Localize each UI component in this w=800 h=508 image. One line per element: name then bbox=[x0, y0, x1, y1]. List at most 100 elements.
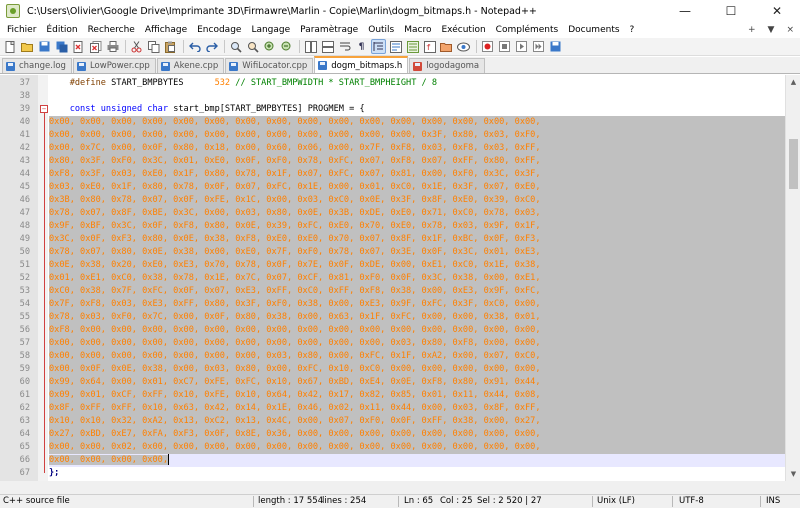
play-macro-icon[interactable] bbox=[514, 39, 529, 54]
zoom-out-icon[interactable] bbox=[279, 39, 294, 54]
undo-icon[interactable] bbox=[187, 39, 202, 54]
code-line[interactable]: 62 0x8F, 0xFF, 0xFF, 0x10, 0x63, 0x42, 0x… bbox=[0, 402, 785, 415]
menu-execution[interactable]: Exécution bbox=[437, 25, 491, 35]
code-line[interactable]: 52 0x01, 0xE1, 0xC0, 0x38, 0x78, 0x1E, 0x… bbox=[0, 272, 785, 285]
code-line[interactable]: 50 0x78, 0x07, 0x80, 0x0E, 0x38, 0x00, 0x… bbox=[0, 246, 785, 259]
code-line[interactable]: 56 0xF8, 0x00, 0x00, 0x00, 0x00, 0x00, 0x… bbox=[0, 324, 785, 337]
close-file-icon[interactable] bbox=[71, 39, 86, 54]
code-text: 0x09, 0x01, 0xCF, 0xFF, 0x10, 0xFE, 0x10… bbox=[49, 389, 785, 402]
record-macro-icon[interactable] bbox=[480, 39, 495, 54]
sync-vertical-icon[interactable] bbox=[303, 39, 318, 54]
menu-langage[interactable]: Langage bbox=[246, 25, 295, 35]
code-text: 0x3B, 0x80, 0x78, 0x07, 0x0F, 0xFE, 0x1C… bbox=[49, 194, 785, 207]
code-line[interactable]: 38 bbox=[0, 90, 785, 103]
menu-parametrage[interactable]: Paramètrage bbox=[295, 25, 363, 35]
code-line[interactable]: 55 0x78, 0x03, 0xF0, 0x7C, 0x00, 0x0F, 0x… bbox=[0, 311, 785, 324]
code-line[interactable]: 46 0x3B, 0x80, 0x78, 0x07, 0x0F, 0xFE, 0x… bbox=[0, 194, 785, 207]
tab-logodagoma[interactable]: logodagoma bbox=[409, 58, 486, 73]
scroll-up-icon[interactable]: ▲ bbox=[786, 75, 800, 89]
code-line[interactable]: 58 0x00, 0x00, 0x00, 0x00, 0x00, 0x00, 0x… bbox=[0, 350, 785, 363]
sync-horizontal-icon[interactable] bbox=[320, 39, 335, 54]
line-number: 39 bbox=[19, 104, 30, 114]
save-all-icon[interactable] bbox=[54, 39, 69, 54]
code-line[interactable]: 63 0x10, 0x10, 0x32, 0xA2, 0x13, 0xC2, 0x… bbox=[0, 415, 785, 428]
tab-wifilocator-cpp[interactable]: WifiLocator.cpp bbox=[225, 58, 314, 73]
menu-documents[interactable]: Documents bbox=[563, 25, 624, 35]
code-line[interactable]: 65 0x00, 0x00, 0x02, 0x00, 0x00, 0x00, 0x… bbox=[0, 441, 785, 454]
scroll-thumb[interactable] bbox=[789, 139, 798, 189]
code-line[interactable]: 43 0x80, 0x3F, 0xF0, 0x3C, 0x01, 0xE0, 0x… bbox=[0, 155, 785, 168]
menu-complements[interactable]: Compléments bbox=[491, 25, 564, 35]
paste-icon[interactable] bbox=[163, 39, 178, 54]
code-line[interactable]: 39 const unsigned char start_bmp[START_B… bbox=[0, 103, 785, 116]
code-line[interactable]: 60 0x99, 0x64, 0x00, 0x01, 0xC7, 0xFE, 0x… bbox=[0, 376, 785, 389]
print-icon[interactable] bbox=[105, 39, 120, 54]
code-line[interactable]: 47 0x78, 0x07, 0x8F, 0xBE, 0x3C, 0x00, 0x… bbox=[0, 207, 785, 220]
tab-lowpower-cpp[interactable]: LowPower.cpp bbox=[72, 58, 156, 73]
tab-dogm-bitmaps-h[interactable]: dogm_bitmaps.h bbox=[314, 56, 409, 73]
minimize-button[interactable]: — bbox=[662, 0, 708, 22]
status-eol[interactable]: Unix (LF) bbox=[597, 496, 635, 506]
code-line[interactable]: 54 0x7F, 0xF8, 0x03, 0xE3, 0xFF, 0x80, 0x… bbox=[0, 298, 785, 311]
status-encoding[interactable]: UTF-8 bbox=[679, 496, 704, 506]
tab-akene-cpp[interactable]: Akene.cpp bbox=[156, 58, 225, 73]
code-line[interactable]: 45 0x03, 0xE0, 0x1F, 0x80, 0x78, 0x0F, 0x… bbox=[0, 181, 785, 194]
copy-icon[interactable] bbox=[146, 39, 161, 54]
doc-map-icon[interactable] bbox=[405, 39, 420, 54]
vertical-scrollbar[interactable]: ▲ ▼ bbox=[785, 75, 800, 481]
new-tab-icon[interactable]: + bbox=[748, 25, 756, 35]
indent-guide-icon[interactable] bbox=[371, 39, 386, 54]
tab-change-log[interactable]: change.log bbox=[2, 58, 72, 73]
menu-outils[interactable]: Outils bbox=[363, 25, 399, 35]
menu-macro[interactable]: Macro bbox=[399, 25, 436, 35]
code-line[interactable]: 53 0xC0, 0x38, 0x7F, 0xFC, 0x0F, 0x07, 0x… bbox=[0, 285, 785, 298]
menu-affichage[interactable]: Affichage bbox=[140, 25, 192, 35]
find-icon[interactable] bbox=[228, 39, 243, 54]
tab-list-icon[interactable]: ▼ bbox=[768, 25, 775, 35]
code-line[interactable]: 64 0x27, 0xBD, 0xE7, 0xFA, 0xF3, 0x0F, 0x… bbox=[0, 428, 785, 441]
code-line[interactable]: 67}; bbox=[0, 467, 785, 480]
stop-macro-icon[interactable] bbox=[497, 39, 512, 54]
scroll-down-icon[interactable]: ▼ bbox=[786, 467, 800, 481]
menu-encodage[interactable]: Encodage bbox=[192, 25, 246, 35]
close-all-icon[interactable] bbox=[88, 39, 103, 54]
zoom-in-icon[interactable] bbox=[262, 39, 277, 54]
code-line[interactable]: 41 0x00, 0x00, 0x00, 0x00, 0x00, 0x00, 0x… bbox=[0, 129, 785, 142]
save-icon[interactable] bbox=[37, 39, 52, 54]
menu-help[interactable]: ? bbox=[625, 25, 640, 35]
play-multiple-icon[interactable] bbox=[531, 39, 546, 54]
word-wrap-icon[interactable] bbox=[337, 39, 352, 54]
new-file-icon[interactable] bbox=[3, 39, 18, 54]
user-lang-icon[interactable] bbox=[388, 39, 403, 54]
status-insert-mode[interactable]: INS bbox=[766, 496, 780, 506]
code-editor[interactable]: 37 #define START_BMPBYTES 532 // START_B… bbox=[0, 75, 785, 481]
maximize-button[interactable]: ☐ bbox=[708, 0, 754, 22]
code-line[interactable]: 51 0x0E, 0x38, 0x20, 0xE0, 0xE3, 0x70, 0x… bbox=[0, 259, 785, 272]
close-button[interactable]: ✕ bbox=[754, 0, 800, 22]
code-line[interactable]: 48 0x9F, 0xBF, 0x3C, 0x0F, 0xF8, 0x80, 0x… bbox=[0, 220, 785, 233]
redo-icon[interactable] bbox=[204, 39, 219, 54]
replace-icon[interactable] bbox=[245, 39, 260, 54]
show-all-chars-icon[interactable]: ¶ bbox=[354, 39, 369, 54]
menu-edition[interactable]: Édition bbox=[41, 25, 82, 35]
menu-recherche[interactable]: Recherche bbox=[83, 25, 140, 35]
close-doc-icon[interactable]: × bbox=[786, 25, 794, 35]
code-line[interactable]: 49 0x3C, 0x0F, 0xF3, 0x80, 0x0E, 0x38, 0x… bbox=[0, 233, 785, 246]
fold-collapse-icon[interactable]: − bbox=[40, 105, 48, 113]
code-line[interactable]: 61 0x09, 0x01, 0xCF, 0xFF, 0x10, 0xFE, 0x… bbox=[0, 389, 785, 402]
code-line[interactable]: 59 0x00, 0x0F, 0x0E, 0x38, 0x00, 0x03, 0x… bbox=[0, 363, 785, 376]
code-line[interactable]: 37 #define START_BMPBYTES 532 // START_B… bbox=[0, 77, 785, 90]
open-file-icon[interactable] bbox=[20, 39, 35, 54]
code-line[interactable]: 44 0xF8, 0x3F, 0x03, 0xE0, 0x1F, 0x80, 0x… bbox=[0, 168, 785, 181]
folder-workspace-icon[interactable] bbox=[439, 39, 454, 54]
code-line[interactable]: 42 0x00, 0x7C, 0x00, 0x0F, 0x80, 0x18, 0x… bbox=[0, 142, 785, 155]
line-number: 62 bbox=[19, 403, 30, 413]
code-line[interactable]: 40 0x00, 0x00, 0x00, 0x00, 0x00, 0x00, 0x… bbox=[0, 116, 785, 129]
code-line[interactable]: 57 0x00, 0x00, 0x00, 0x00, 0x00, 0x00, 0x… bbox=[0, 337, 785, 350]
code-line[interactable]: 66 0x00, 0x00, 0x00, 0x00, bbox=[0, 454, 785, 467]
function-list-icon[interactable]: f bbox=[422, 39, 437, 54]
monitor-eye-icon[interactable] bbox=[456, 39, 471, 54]
save-macro-icon[interactable] bbox=[548, 39, 563, 54]
menu-fichier[interactable]: Fichier bbox=[2, 25, 41, 35]
cut-icon[interactable] bbox=[129, 39, 144, 54]
